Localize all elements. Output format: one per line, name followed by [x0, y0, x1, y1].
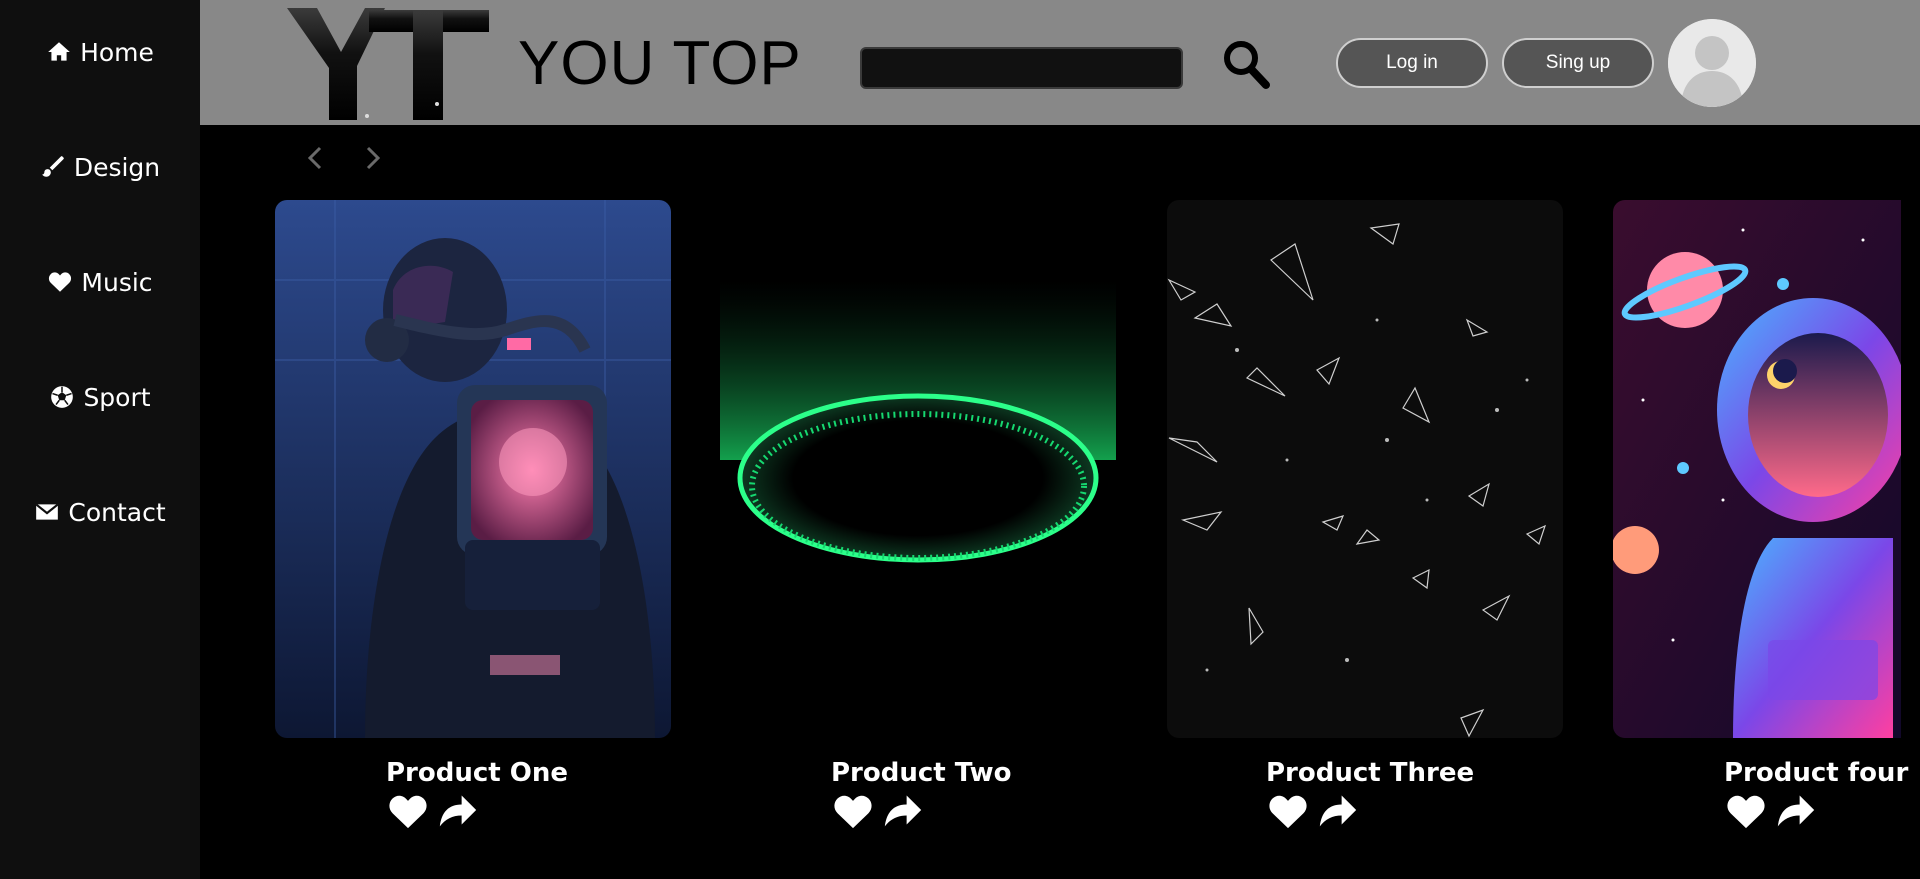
sidebar-item-label: Sport	[83, 382, 151, 412]
like-button[interactable]	[831, 790, 875, 830]
sidebar-item-music[interactable]: Music	[0, 252, 200, 312]
carousel-prev-button[interactable]	[302, 142, 330, 174]
green-ring-image	[720, 200, 1116, 738]
soccer-ball-icon	[51, 386, 74, 408]
chevron-right-icon	[366, 146, 381, 170]
home-icon	[48, 42, 70, 61]
sidebar-item-label: Design	[73, 152, 161, 182]
brand-name: YOU TOP	[518, 29, 802, 98]
yt-logo-mark	[287, 8, 489, 120]
heart-icon	[1269, 795, 1307, 829]
product-title: Product One	[386, 758, 568, 788]
product-title: Product Two	[831, 758, 1012, 788]
product-image-two[interactable]	[720, 200, 1116, 738]
share-arrow-icon	[439, 795, 477, 827]
share-arrow-icon	[1777, 795, 1815, 827]
envelope-icon	[35, 503, 59, 520]
product-image-three[interactable]	[1167, 200, 1563, 738]
sidebar-item-design[interactable]: Design	[0, 137, 200, 197]
sidebar-item-label: Home	[80, 37, 154, 67]
product-image-four[interactable]	[1613, 200, 1901, 738]
heart-icon	[834, 795, 872, 829]
sidebar: Home Design Music Sport Contact	[0, 0, 200, 879]
product-title: Product Three	[1266, 758, 1475, 788]
chevron-left-icon	[307, 146, 322, 170]
gas-mask-figure-image	[275, 200, 671, 738]
carousel-next-button[interactable]	[358, 142, 386, 174]
sidebar-item-sport[interactable]: Sport	[0, 367, 200, 427]
share-button[interactable]	[436, 790, 480, 830]
avatar[interactable]	[1668, 19, 1756, 107]
share-button[interactable]	[1774, 790, 1818, 830]
brush-icon	[41, 156, 64, 177]
astronaut-space-image	[1613, 200, 1901, 738]
like-button[interactable]	[386, 790, 430, 830]
sidebar-item-contact[interactable]: Contact	[0, 482, 200, 542]
logo[interactable]	[285, 6, 490, 120]
heart-icon	[49, 272, 72, 292]
signup-button[interactable]: Sing up	[1502, 38, 1654, 88]
heart-icon	[389, 795, 427, 829]
product-image-one[interactable]	[275, 200, 671, 738]
sidebar-item-label: Music	[81, 267, 153, 297]
share-arrow-icon	[1319, 795, 1357, 827]
share-button[interactable]	[881, 790, 925, 830]
search-button[interactable]	[1222, 38, 1270, 90]
sidebar-item-label: Contact	[68, 497, 166, 527]
login-button[interactable]: Log in	[1336, 38, 1488, 88]
search-icon	[1224, 41, 1270, 89]
like-button[interactable]	[1266, 790, 1310, 830]
sidebar-item-home[interactable]: Home	[0, 22, 200, 82]
share-arrow-icon	[884, 795, 922, 827]
like-button[interactable]	[1724, 790, 1768, 830]
top-header: YOU TOP Log in Sing up	[200, 0, 1920, 125]
heart-icon	[1727, 795, 1765, 829]
user-icon	[1668, 19, 1756, 107]
product-title: Product four	[1724, 758, 1909, 788]
share-button[interactable]	[1316, 790, 1360, 830]
shattered-shards-image	[1167, 200, 1563, 738]
search-input[interactable]	[860, 47, 1183, 89]
